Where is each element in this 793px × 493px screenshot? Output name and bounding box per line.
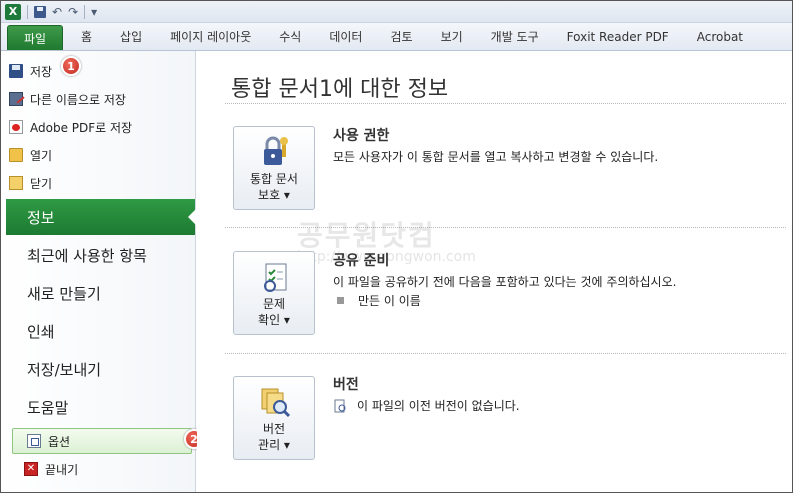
save-icon[interactable] (34, 5, 46, 18)
tab-foxit-reader-pdf[interactable]: Foxit Reader PDF (553, 23, 683, 50)
check-issues-label-2: 확인 ▾ (258, 313, 290, 327)
tab-home[interactable]: 홈 (63, 23, 106, 50)
version-doc-icon (334, 399, 346, 412)
divider (225, 103, 786, 104)
options-icon (27, 434, 41, 448)
page-title: 통합 문서1에 대한 정보 (231, 77, 449, 102)
bullet-icon (337, 297, 344, 304)
check-issues-label-1: 문제 (262, 297, 286, 311)
check-issues-button[interactable]: 문제 확인 ▾ (233, 251, 315, 335)
nav-open[interactable]: 열기 (9, 142, 189, 168)
nav-new[interactable]: 새로 만들기 (1, 275, 195, 311)
exit-icon: ✕ (24, 462, 38, 476)
nav-info[interactable]: 정보 (6, 199, 196, 235)
nav-save[interactable]: 저장 (9, 58, 189, 84)
lock-key-icon (264, 136, 288, 165)
callout-badge-1: 1 (61, 56, 81, 76)
pdf-icon (9, 120, 23, 134)
versions-desc: 이 파일의 이전 버전이 없습니다. (357, 399, 520, 413)
nav-print[interactable]: 인쇄 (1, 313, 195, 349)
nav-exit[interactable]: ✕ 끝내기 (24, 456, 204, 482)
save-as-icon (9, 92, 23, 106)
permissions-desc: 모든 사용자가 이 통합 문서를 열고 복사하고 변경할 수 있습니다. (333, 150, 659, 164)
manage-versions-button[interactable]: 버전 관리 ▾ (233, 376, 315, 460)
versions-icon (261, 388, 291, 418)
tab-page-layout[interactable]: 페이지 레이아웃 (156, 23, 265, 50)
prepare-sharing-bullet: 만든 이 이름 (337, 292, 421, 309)
tab-review[interactable]: 검토 (376, 23, 426, 50)
tab-insert[interactable]: 삽입 (106, 23, 156, 50)
nav-options[interactable]: 옵션 (12, 428, 192, 454)
excel-backstage-window: X ↶ ↷ ▾ 파일 홈 삽입 페이지 레이아웃 수식 데이터 검토 보기 개발… (0, 0, 793, 493)
author-name-item: 만든 이 이름 (358, 294, 421, 308)
nav-save-as-label: 다른 이름으로 저장 (30, 92, 126, 107)
protect-workbook-label-1: 통합 문서 (250, 172, 298, 186)
undo-icon[interactable]: ↶ (52, 5, 62, 19)
tab-developer[interactable]: 개발 도구 (477, 23, 553, 50)
nav-save-label: 저장 (30, 64, 53, 79)
nav-save-as-pdf[interactable]: Adobe PDF로 저장 (9, 114, 189, 140)
versions-title: 버전 (333, 377, 359, 393)
nav-save-send[interactable]: 저장/보내기 (1, 351, 195, 387)
manage-versions-label-1: 버전 (262, 422, 286, 436)
customize-icon[interactable]: ▾ (91, 5, 97, 19)
excel-app-icon[interactable]: X (5, 3, 21, 20)
nav-options-label: 옵션 (48, 434, 71, 449)
nav-exit-label: 끝내기 (45, 462, 79, 477)
folder-close-icon (9, 176, 23, 190)
tab-formulas[interactable]: 수식 (265, 23, 315, 50)
manage-versions-label-2: 관리 ▾ (258, 438, 290, 452)
nav-save-as-pdf-label: Adobe PDF로 저장 (30, 120, 133, 135)
nav-close-label: 닫기 (30, 176, 53, 191)
tab-data[interactable]: 데이터 (315, 23, 376, 50)
qat-separator (84, 4, 86, 19)
tab-view[interactable]: 보기 (427, 23, 477, 50)
divider (225, 353, 786, 354)
prepare-sharing-title: 공유 준비 (333, 253, 390, 269)
watermark: 공무원닷컴 (297, 219, 436, 252)
qat-separator (27, 4, 28, 19)
quick-access-toolbar: X ↶ ↷ ▾ (1, 1, 792, 23)
nav-recent[interactable]: 최근에 사용한 항목 (1, 237, 195, 273)
nav-help[interactable]: 도움말 (1, 389, 195, 425)
versions-desc-row: 이 파일의 이전 버전이 없습니다. (333, 397, 520, 414)
nav-open-label: 열기 (30, 148, 53, 163)
redo-icon[interactable]: ↷ (68, 5, 78, 19)
tab-file[interactable]: 파일 (7, 25, 63, 50)
folder-open-icon (9, 148, 23, 162)
ribbon-tabs: 파일 홈 삽입 페이지 레이아웃 수식 데이터 검토 보기 개발 도구 Foxi… (1, 23, 792, 51)
permissions-title: 사용 권한 (333, 128, 390, 144)
nav-close[interactable]: 닫기 (9, 170, 189, 196)
nav-save-as[interactable]: 다른 이름으로 저장 (9, 86, 189, 112)
save-icon (9, 64, 23, 78)
backstage-nav: 저장 1 다른 이름으로 저장 Adobe PDF로 저장 열기 닫기 정보 최… (1, 51, 204, 492)
prepare-sharing-desc: 이 파일을 공유하기 전에 다음을 포함하고 있다는 것에 주의하십시오. (333, 275, 677, 289)
inspect-document-icon (264, 263, 287, 292)
tab-acrobat[interactable]: Acrobat (683, 23, 757, 50)
protect-workbook-label-2: 보호 ▾ (258, 188, 290, 202)
info-panel: 통합 문서1에 대한 정보 통합 문서 보호 ▾ 사용 권한 모든 사용자가 이… (197, 51, 792, 492)
protect-workbook-button[interactable]: 통합 문서 보호 ▾ (233, 126, 315, 210)
